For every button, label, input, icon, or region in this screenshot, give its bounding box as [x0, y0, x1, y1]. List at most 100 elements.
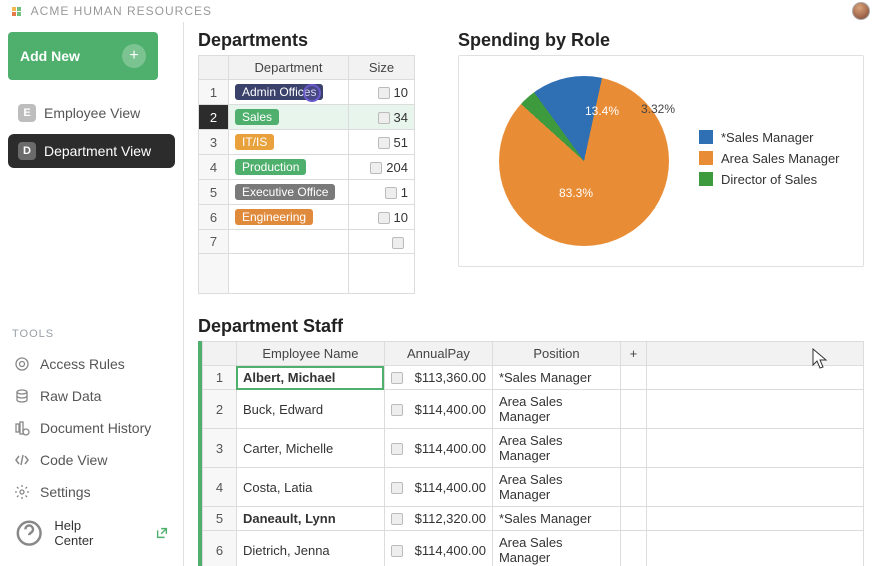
employee-name-cell[interactable]: Carter, Michelle	[236, 429, 384, 468]
department-cell[interactable]: Executive Office	[229, 180, 349, 205]
row-number[interactable]: 2	[199, 105, 229, 130]
col-header-employee-name[interactable]: Employee Name	[236, 342, 384, 366]
department-cell[interactable]: Production	[229, 155, 349, 180]
app-logo-icon	[12, 7, 21, 16]
legend-item[interactable]: Area Sales Manager	[699, 151, 840, 166]
tool-label: Settings	[40, 484, 91, 500]
staff-table[interactable]: Employee Name AnnualPay Position + 1Albe…	[202, 341, 864, 566]
size-cell[interactable]: 10	[349, 80, 415, 105]
col-header-rownum[interactable]	[199, 56, 229, 80]
table-row[interactable]: 4Production204	[199, 155, 415, 180]
department-cell[interactable]: Sales	[229, 105, 349, 130]
sidebar-item-employee-view[interactable]: E Employee View	[8, 96, 175, 130]
history-icon	[14, 420, 30, 436]
position-cell[interactable]: Area Sales Manager	[492, 468, 620, 507]
sidebar-item-access-rules[interactable]: Access Rules	[8, 348, 175, 380]
table-row[interactable]	[199, 254, 415, 294]
row-number[interactable]: 3	[199, 130, 229, 155]
size-cell[interactable]: 51	[349, 130, 415, 155]
annual-pay-cell[interactable]: $114,400.00	[384, 390, 492, 429]
size-cell[interactable]: 34	[349, 105, 415, 130]
legend-item[interactable]: Director of Sales	[699, 172, 840, 187]
app-title-wrap: ACME HUMAN RESOURCES	[12, 4, 212, 18]
col-header-size[interactable]: Size	[349, 56, 415, 80]
row-number[interactable]: 6	[202, 531, 236, 566]
col-header-position[interactable]: Position	[492, 342, 620, 366]
legend-item[interactable]: *Sales Manager	[699, 130, 840, 145]
avatar[interactable]	[852, 2, 870, 20]
table-row[interactable]: 2Buck, Edward$114,400.00Area Sales Manag…	[202, 390, 863, 429]
department-cell[interactable]: Admin Offices	[229, 80, 349, 105]
row-number[interactable]: 5	[202, 507, 236, 531]
sidebar-item-help-center[interactable]: Help Center	[8, 510, 175, 556]
annual-pay-cell[interactable]: $114,400.00	[384, 531, 492, 566]
annual-pay-cell[interactable]: $113,360.00	[384, 366, 492, 390]
annual-pay-cell[interactable]: $114,400.00	[384, 468, 492, 507]
row-number[interactable]: 3	[202, 429, 236, 468]
table-row[interactable]: 1Admin Offices10	[199, 80, 415, 105]
row-number[interactable]: 5	[199, 180, 229, 205]
employee-name-cell[interactable]: Daneault, Lynn	[236, 507, 384, 531]
table-row[interactable]: 5Daneault, Lynn$112,320.00*Sales Manager	[202, 507, 863, 531]
size-cell[interactable]: 204	[349, 155, 415, 180]
departments-title: Departments	[198, 30, 442, 51]
position-cell[interactable]: Area Sales Manager	[492, 429, 620, 468]
pay-value: $114,400.00	[415, 543, 486, 558]
position-cell[interactable]: Area Sales Manager	[492, 531, 620, 566]
position-cell[interactable]: Area Sales Manager	[492, 390, 620, 429]
pie-chart: 13.4%83.3%3.32% *Sales ManagerArea Sales…	[458, 55, 864, 267]
table-row[interactable]: 5Executive Office1	[199, 180, 415, 205]
row-number[interactable]: 1	[202, 366, 236, 390]
legend-swatch-icon	[699, 172, 713, 186]
size-cell[interactable]: 1	[349, 180, 415, 205]
position-cell[interactable]: *Sales Manager	[492, 507, 620, 531]
table-row[interactable]: 6Dietrich, Jenna $114,400.00 Area Sales Ma…	[202, 531, 863, 566]
row-number[interactable]: 1	[199, 80, 229, 105]
sidebar-item-code-view[interactable]: Code View	[8, 444, 175, 476]
table-row[interactable]: 3IT/IS51	[199, 130, 415, 155]
department-cell[interactable]	[229, 230, 349, 254]
size-cell[interactable]: 10	[349, 205, 415, 230]
employee-name-cell[interactable]: Buck, Edward	[236, 390, 384, 429]
department-pill: Sales	[235, 109, 279, 125]
row-number[interactable]: 4	[202, 468, 236, 507]
external-link-icon	[155, 526, 169, 540]
employee-name-cell[interactable]: Costa, Latia	[236, 468, 384, 507]
col-header-annual-pay[interactable]: AnnualPay	[384, 342, 492, 366]
annual-pay-cell[interactable]: $114,400.00	[384, 429, 492, 468]
sidebar-item-raw-data[interactable]: Raw Data	[8, 380, 175, 412]
departments-table[interactable]: Department Size 1Admin Offices102Sales34…	[198, 55, 415, 294]
annual-pay-cell[interactable]: $112,320.00	[384, 507, 492, 531]
table-row[interactable]: 7	[199, 230, 415, 254]
add-column-button[interactable]: +	[620, 342, 646, 366]
sidebar-item-document-history[interactable]: Document History	[8, 412, 175, 444]
sidebar-item-settings[interactable]: Settings	[8, 476, 175, 508]
position-cell[interactable]: *Sales Manager	[492, 366, 620, 390]
row-number[interactable]: 6	[199, 205, 229, 230]
col-header-department[interactable]: Department	[229, 56, 349, 80]
sidebar-item-label: Department View	[44, 143, 151, 159]
table-row[interactable]: 6Engineering10	[199, 205, 415, 230]
reference-icon	[391, 545, 403, 557]
row-number[interactable]: 2	[202, 390, 236, 429]
department-cell[interactable]: Engineering	[229, 205, 349, 230]
add-new-button[interactable]: Add New +	[8, 32, 158, 80]
row-number[interactable]: 7	[199, 230, 229, 254]
legend-label: Director of Sales	[721, 172, 817, 187]
employee-name-cell[interactable]: Albert, Michael	[236, 366, 384, 390]
employee-name-cell[interactable]: Dietrich, Jenna	[236, 531, 384, 566]
department-staff-section: Department Staff Employee Name AnnualPay…	[198, 316, 864, 566]
departments-section: Departments Department Size 1Admin Offic…	[198, 30, 442, 294]
plus-icon: +	[122, 44, 146, 68]
department-cell[interactable]: IT/IS	[229, 130, 349, 155]
tool-label: Access Rules	[40, 356, 125, 372]
table-row[interactable]: 3Carter, Michelle$114,400.00Area Sales M…	[202, 429, 863, 468]
table-row[interactable]: 2 Sales 34	[199, 105, 415, 130]
size-cell[interactable]	[349, 230, 415, 254]
col-header-rownum[interactable]	[202, 342, 236, 366]
table-row[interactable]: 1Albert, Michael$113,360.00*Sales Manage…	[202, 366, 863, 390]
reference-icon	[391, 372, 403, 384]
row-number[interactable]: 4	[199, 155, 229, 180]
sidebar-item-department-view[interactable]: D Department View	[8, 134, 175, 168]
table-row[interactable]: 4Costa, Latia$114,400.00Area Sales Manag…	[202, 468, 863, 507]
